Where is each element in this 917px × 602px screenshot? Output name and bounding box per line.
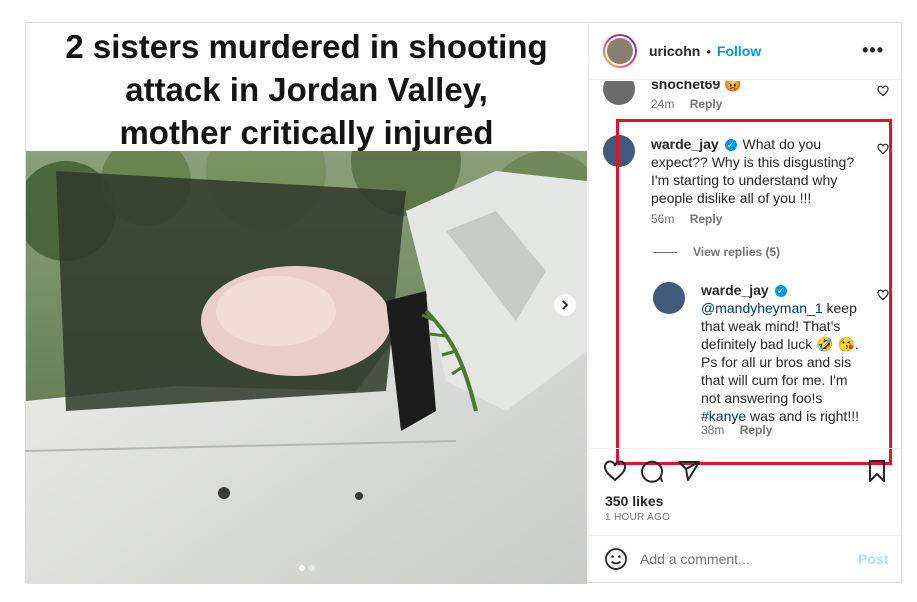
comment-bubble-icon[interactable] (640, 459, 664, 483)
header-separator: • (706, 43, 711, 59)
chevron-right-icon (562, 300, 569, 310)
carousel-indicator (299, 565, 315, 571)
commenter-avatar[interactable] (603, 81, 635, 105)
headline-line-3: mother critically injured (119, 114, 494, 151)
headline-line-1: 2 sisters murdered in shooting (65, 28, 548, 65)
post-media: 2 sisters murdered in shooting attack in… (26, 23, 587, 584)
headline-line-2: attack in Jordan Valley, (125, 71, 488, 108)
likes-count[interactable]: 350 likes (605, 493, 663, 509)
comment-text: 😡 (724, 81, 742, 92)
comment-meta: 24m Reply (651, 97, 722, 111)
comment-body: shochet69 😡 (651, 81, 851, 93)
like-heart-icon[interactable] (603, 459, 627, 483)
post-side-panel: uricohn • Follow ••• shochet69 😡 24m Rep… (588, 23, 902, 582)
post-comment-button[interactable]: Post (858, 551, 888, 567)
save-bookmark-icon[interactable] (865, 459, 889, 483)
post-actions-bar (589, 448, 902, 494)
carousel-dot (309, 565, 315, 571)
comment-username[interactable]: shochet69 (651, 81, 720, 92)
carousel-next-button[interactable] (554, 294, 576, 316)
add-comment-input[interactable] (640, 551, 850, 567)
comment-like-icon[interactable] (877, 85, 889, 97)
share-send-icon[interactable] (677, 459, 701, 483)
emoji-icon[interactable] (604, 547, 628, 571)
red-highlight-box (616, 119, 892, 465)
add-comment-bar: Post (589, 535, 902, 582)
more-options-icon[interactable]: ••• (862, 41, 884, 59)
follow-button[interactable]: Follow (717, 43, 761, 59)
post-timestamp: 1 HOUR AGO (605, 512, 671, 523)
carousel-dot-active (299, 565, 305, 571)
author-avatar[interactable] (603, 34, 637, 68)
car-photo-illustration (26, 151, 587, 584)
comment-reply-button[interactable]: Reply (690, 97, 723, 111)
post-photo (26, 151, 587, 584)
post-dialog: 2 sisters murdered in shooting attack in… (25, 22, 902, 584)
post-header: uricohn • Follow ••• (589, 23, 902, 80)
author-username[interactable]: uricohn (649, 43, 700, 59)
post-headline: 2 sisters murdered in shooting attack in… (26, 23, 587, 151)
comment-time: 24m (651, 97, 675, 111)
